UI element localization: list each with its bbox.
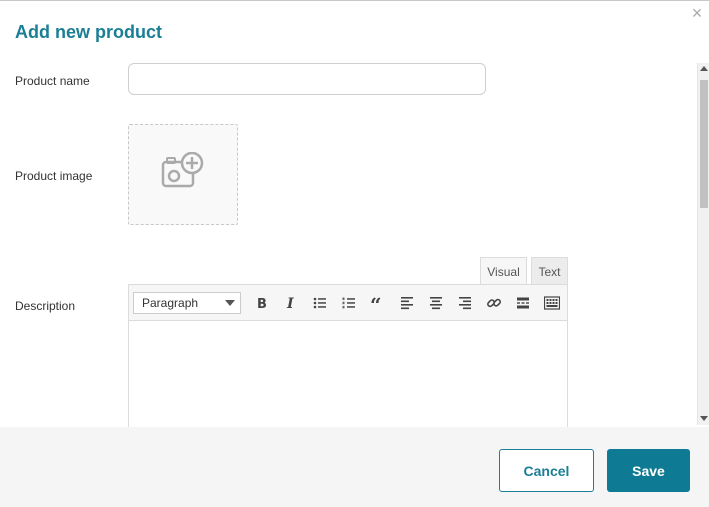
- blockquote-button[interactable]: “: [363, 289, 392, 317]
- numbered-list-icon: [342, 296, 356, 310]
- product-name-label: Product name: [15, 74, 90, 88]
- align-center-icon: [429, 296, 443, 310]
- dialog-scrollbar[interactable]: [697, 63, 709, 425]
- bullet-list-button[interactable]: [305, 289, 334, 317]
- toolbar-toggle-icon: [543, 295, 560, 310]
- scroll-down-icon[interactable]: [700, 416, 708, 421]
- italic-button[interactable]: I: [276, 289, 305, 317]
- tab-visual[interactable]: Visual: [480, 257, 527, 285]
- align-right-icon: [458, 296, 472, 310]
- description-label: Description: [15, 299, 76, 313]
- link-button[interactable]: [479, 289, 508, 317]
- dialog-title: Add new product: [15, 22, 162, 42]
- product-name-input[interactable]: [128, 63, 486, 95]
- description-editor: Paragraph B I “: [128, 284, 568, 429]
- dialog-top-border: [0, 0, 709, 1]
- product-image-label: Product image: [15, 169, 93, 183]
- svg-text:“: “: [370, 296, 382, 310]
- svg-text:B: B: [257, 297, 267, 310]
- camera-plus-icon: [161, 151, 205, 197]
- editor-toolbar: Paragraph B I “: [129, 285, 567, 321]
- format-select-value: Paragraph: [142, 295, 199, 310]
- italic-icon: I: [284, 296, 298, 310]
- svg-text:I: I: [286, 296, 294, 310]
- dialog-footer: Cancel Save: [0, 427, 709, 507]
- chevron-down-icon: [225, 299, 235, 306]
- bullet-list-icon: [313, 296, 327, 310]
- read-more-button[interactable]: [508, 289, 537, 317]
- align-left-icon: [400, 296, 414, 310]
- scroll-up-icon[interactable]: [700, 66, 708, 71]
- save-button[interactable]: Save: [607, 449, 690, 492]
- align-center-button[interactable]: [421, 289, 450, 317]
- format-select[interactable]: Paragraph: [133, 291, 241, 314]
- blockquote-icon: “: [370, 296, 386, 310]
- bold-button[interactable]: B: [247, 289, 276, 317]
- read-more-icon: [516, 296, 530, 310]
- product-image-dropzone[interactable]: [128, 124, 238, 225]
- align-left-button[interactable]: [392, 289, 421, 317]
- numbered-list-button[interactable]: [334, 289, 363, 317]
- close-icon[interactable]: ×: [689, 4, 705, 22]
- tab-text[interactable]: Text: [531, 257, 568, 285]
- link-icon: [486, 295, 502, 311]
- cancel-button[interactable]: Cancel: [499, 449, 594, 492]
- scrollbar-thumb[interactable]: [700, 80, 708, 208]
- description-content-area[interactable]: [129, 321, 567, 426]
- bold-icon: B: [255, 296, 269, 310]
- align-right-button[interactable]: [450, 289, 479, 317]
- toolbar-toggle-button[interactable]: [537, 289, 566, 317]
